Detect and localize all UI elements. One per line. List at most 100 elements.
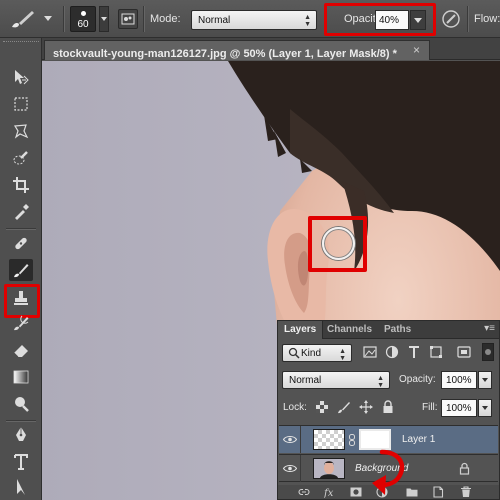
adjustment-filter-icon[interactable] — [384, 344, 400, 360]
pressure-icon — [442, 10, 460, 28]
healing-brush-icon — [15, 237, 27, 250]
tablet-pressure-button[interactable] — [440, 8, 462, 30]
new-layer-icon[interactable] — [432, 486, 444, 498]
healing-brush-tool[interactable] — [9, 232, 33, 254]
dodge-icon — [15, 397, 29, 412]
brush-size-picker[interactable]: 60 — [70, 6, 96, 32]
brush-panel-icon — [121, 13, 135, 25]
type-tool[interactable] — [9, 451, 33, 473]
type-icon — [14, 454, 28, 470]
brush-size-value: 60 — [77, 19, 89, 30]
gradient-tool[interactable] — [9, 366, 33, 388]
eraser-icon — [13, 345, 28, 358]
options-bar: 60 Mode: Normal ▲ ▼ Opacity: 40% Flow: — [0, 0, 500, 38]
divider — [6, 228, 36, 229]
clone-stamp-icon — [14, 291, 28, 305]
history-brush-icon — [14, 315, 29, 331]
brush-tip-icon — [81, 11, 86, 16]
brush-icon — [14, 264, 29, 278]
quick-selection-tool[interactable] — [9, 147, 33, 169]
portrait-thumbnail-image — [314, 459, 344, 478]
divider — [6, 420, 36, 421]
crop-icon — [13, 177, 29, 193]
mode-select[interactable]: Normal ▲ ▼ — [191, 10, 317, 30]
toolbox — [0, 38, 42, 500]
marquee-icon — [14, 97, 28, 111]
path-selection-icon — [17, 479, 25, 495]
brush-size-dropdown[interactable] — [99, 6, 109, 32]
pixel-filter-icon[interactable] — [362, 344, 378, 360]
layer-visibility-toggle[interactable] — [279, 426, 301, 453]
layer-name[interactable]: Layer 1 — [402, 434, 435, 445]
tab-paths[interactable]: Paths — [378, 321, 417, 339]
path-selection-tool[interactable] — [9, 476, 33, 498]
document-tab-bar: stockvault-young-man126127.jpg @ 50% (La… — [42, 38, 500, 60]
fill-input[interactable]: 100% — [441, 399, 477, 417]
move-tool[interactable] — [9, 66, 33, 88]
dodge-tool[interactable] — [9, 393, 33, 415]
brush-icon — [12, 11, 34, 28]
blend-mode-select[interactable]: Normal ▲ ▼ — [282, 371, 390, 389]
tab-channels[interactable]: Channels — [321, 321, 378, 339]
divider — [467, 6, 468, 32]
history-brush-tool[interactable] — [9, 312, 33, 334]
pen-tool[interactable] — [9, 424, 33, 446]
svg-text:fx: fx — [324, 488, 334, 498]
brush-tool[interactable] — [9, 259, 33, 281]
tab-layers[interactable]: Layers — [278, 321, 324, 339]
flow-label: Flow: — [474, 13, 500, 25]
divider — [143, 6, 144, 32]
layer-thumbnail[interactable] — [313, 429, 345, 450]
eyedropper-tool[interactable] — [9, 201, 33, 223]
toolbox-grip[interactable] — [3, 41, 39, 44]
opacity-input[interactable]: 40% — [375, 10, 409, 30]
kind-label: Kind — [301, 348, 322, 359]
brush-cursor — [322, 227, 355, 260]
filter-toggle[interactable] — [482, 343, 494, 361]
shape-filter-icon[interactable] — [428, 344, 444, 360]
pen-icon — [16, 427, 26, 441]
select-arrows-icon: ▲ ▼ — [339, 348, 346, 362]
panel-tab-bar: Layers Channels Paths ▾≡ — [278, 321, 499, 339]
marquee-tool[interactable] — [9, 93, 33, 115]
eyedropper-icon — [15, 204, 29, 220]
mode-value: Normal — [198, 15, 231, 26]
layer-opacity-input[interactable]: 100% — [441, 371, 477, 389]
chevron-down-icon — [44, 16, 52, 21]
eraser-tool[interactable] — [9, 339, 33, 361]
document-tab[interactable]: stockvault-young-man126127.jpg @ 50% (La… — [44, 40, 430, 60]
link-layers-icon[interactable] — [298, 486, 310, 498]
lasso-icon — [13, 124, 29, 139]
fill-dropdown[interactable] — [478, 399, 492, 417]
tool-preset-picker[interactable] — [6, 7, 58, 31]
layer-opacity-dropdown[interactable] — [478, 371, 492, 389]
annotation-arrow — [372, 449, 405, 495]
close-icon[interactable]: × — [413, 43, 420, 57]
lock-all-icon[interactable] — [381, 400, 395, 414]
quick-selection-icon — [13, 151, 28, 165]
lasso-tool[interactable] — [9, 120, 33, 142]
crop-tool[interactable] — [9, 174, 33, 196]
layer-opacity-label: Opacity: — [399, 374, 436, 385]
select-arrows-icon: ▲ ▼ — [377, 375, 384, 389]
fx-icon[interactable]: fx — [324, 486, 336, 498]
gradient-icon — [13, 370, 29, 384]
brush-panel-button[interactable] — [118, 9, 138, 29]
trash-icon[interactable] — [460, 486, 472, 498]
lock-position-icon[interactable] — [359, 400, 373, 414]
search-icon — [288, 347, 300, 359]
smart-object-filter-icon[interactable] — [456, 344, 472, 360]
link-icon[interactable] — [348, 434, 356, 446]
lock-pixels-icon[interactable] — [337, 400, 351, 414]
document-title: stockvault-young-man126127.jpg @ 50% (La… — [53, 48, 397, 60]
background-thumbnail[interactable] — [313, 458, 345, 479]
layer-visibility-toggle[interactable] — [279, 455, 301, 482]
panel-menu-icon[interactable]: ▾≡ — [484, 323, 495, 334]
mode-label: Mode: — [150, 13, 181, 25]
add-mask-icon[interactable] — [350, 486, 362, 498]
type-filter-icon[interactable] — [406, 344, 422, 360]
clone-stamp-tool[interactable] — [9, 287, 33, 309]
opacity-slider-toggle[interactable] — [410, 10, 426, 30]
lock-transparent-icon[interactable] — [315, 400, 329, 414]
blend-mode-value: Normal — [289, 375, 322, 386]
